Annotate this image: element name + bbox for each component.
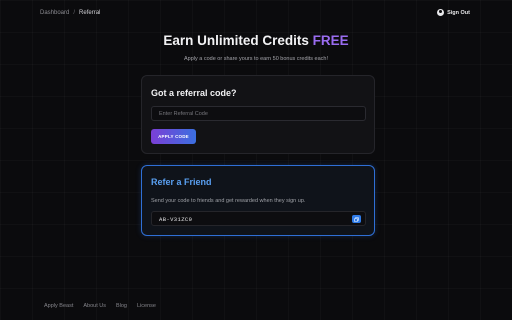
breadcrumb-dashboard-link[interactable]: Dashboard (40, 10, 69, 16)
refer-card-title: Refer a Friend (151, 177, 212, 187)
breadcrumb-current: Referral (79, 10, 101, 16)
referral-code-input[interactable] (151, 106, 366, 121)
referral-code-display: AB-V31ZC0 (151, 211, 366, 226)
referral-card-title: Got a referral code? (151, 88, 237, 98)
sign-out-button[interactable]: Sign Out (437, 9, 470, 16)
top-bar: Dashboard / Referral Sign Out (0, 0, 512, 28)
page-title-accent: FREE (312, 33, 349, 48)
footer-link-about-us[interactable]: About Us (83, 303, 106, 309)
user-circle-icon (437, 9, 445, 16)
apply-code-button[interactable]: APPLY CODE (151, 129, 196, 144)
page-title: Earn Unlimited Credits FREE (0, 33, 512, 48)
copy-code-button[interactable] (352, 215, 361, 223)
footer-link-license[interactable]: License (137, 303, 156, 309)
footer-link-apply-beast[interactable]: Apply Beast (44, 303, 73, 309)
referral-code-card: Got a referral code? APPLY CODE (141, 75, 375, 154)
breadcrumb: Dashboard / Referral (40, 10, 100, 16)
refer-card-description: Send your code to friends and get reward… (151, 198, 306, 204)
referral-code-value[interactable]: AB-V31ZC0 (159, 216, 192, 223)
page-title-main: Earn Unlimited Credits (163, 33, 309, 48)
footer-link-blog[interactable]: Blog (116, 303, 127, 309)
sign-out-label: Sign Out (447, 9, 470, 16)
breadcrumb-separator: / (73, 10, 76, 16)
copy-icon (354, 216, 359, 222)
refer-friend-card: Refer a Friend Send your code to friends… (141, 165, 375, 236)
footer-links: Apply Beast About Us Blog License (44, 303, 156, 309)
page-subtitle: Apply a code or share yours to earn 50 b… (183, 56, 328, 62)
